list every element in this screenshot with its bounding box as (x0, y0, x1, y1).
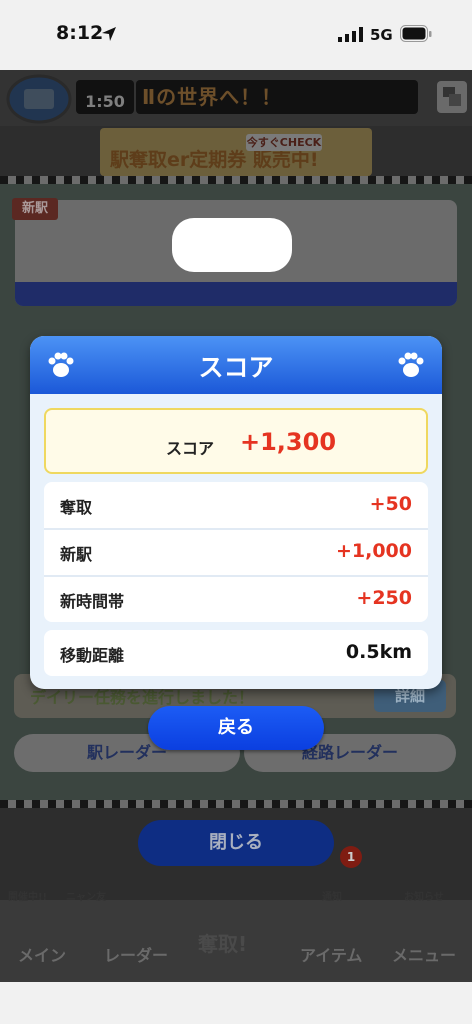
news-label[interactable]: お知らせ (404, 888, 444, 903)
train-pass-icon[interactable] (6, 74, 72, 124)
score-row-value: +1,000 (335, 540, 412, 562)
total-score-box: スコア +1,300 (44, 408, 428, 474)
distance-row: 移動距離 0.5km (44, 630, 428, 676)
score-row-new-station: 新駅 +1,000 (44, 529, 428, 575)
close-button[interactable]: 閉じる (138, 820, 334, 866)
station-name-redacted (172, 218, 292, 272)
dialog-title: スコア (198, 353, 274, 382)
score-dialog: スコア スコア +1,300 奪取 +50 新駅 +1,000 新時間帯 +25… (30, 336, 442, 689)
battery-icon (400, 25, 432, 42)
score-row-label: 新駅 (60, 545, 93, 564)
score-row-dasshu: 奪取 +50 (44, 482, 428, 528)
score-row-value: +250 (356, 587, 412, 609)
total-score-label: スコア (166, 439, 215, 458)
score-row-new-timeslot: 新時間帯 +250 (44, 576, 428, 622)
total-score-value: +1,300 (240, 428, 337, 456)
back-button[interactable]: 戻る (148, 706, 324, 750)
new-station-tag: 新駅 (12, 198, 58, 220)
window-toggle-icon[interactable] (436, 80, 468, 114)
holding-label[interactable]: 開催中!! (8, 888, 47, 903)
score-row-label: 奪取 (60, 498, 93, 517)
status-bar: 8:12 5G (0, 0, 472, 70)
notify-badge: 1 (340, 846, 362, 868)
tab-item[interactable]: アイテム (300, 942, 362, 966)
score-row-value: +50 (369, 493, 412, 515)
status-time: 8:12 (56, 22, 104, 44)
nyan-friend-label[interactable]: ニャン友 (66, 888, 106, 903)
location-arrow-icon (102, 27, 116, 41)
notify-label[interactable]: 通知 (322, 888, 342, 903)
banner-check-label: 今すぐCHECK (246, 134, 322, 151)
game-top-bar: 1:50 Ⅱの世界へ！！ (0, 70, 472, 126)
score-breakdown: 奪取 +50 新駅 +1,000 新時間帯 +250 (44, 482, 428, 622)
score-row-label: 新時間帯 (60, 592, 125, 611)
distance-label: 移動距離 (60, 646, 125, 665)
home-indicator-area (0, 982, 472, 1024)
network-type: 5G (370, 26, 393, 44)
signal-icon (338, 27, 363, 42)
tab-radar[interactable]: レーダー (104, 942, 168, 966)
marquee-text: Ⅱの世界へ！！ (136, 80, 418, 114)
timer-display: 1:50 (76, 80, 134, 114)
paw-icon (398, 352, 424, 377)
checker-divider-bottom (0, 800, 472, 808)
tab-dasshu[interactable]: 奪取! (198, 928, 247, 957)
checker-divider (0, 176, 472, 184)
pass-sale-banner[interactable]: 駅奪取er定期券 販売中! (100, 128, 372, 176)
tab-main[interactable]: メイン (18, 942, 66, 966)
tab-menu[interactable]: メニュー (392, 942, 456, 966)
distance-value: 0.5km (345, 641, 412, 663)
